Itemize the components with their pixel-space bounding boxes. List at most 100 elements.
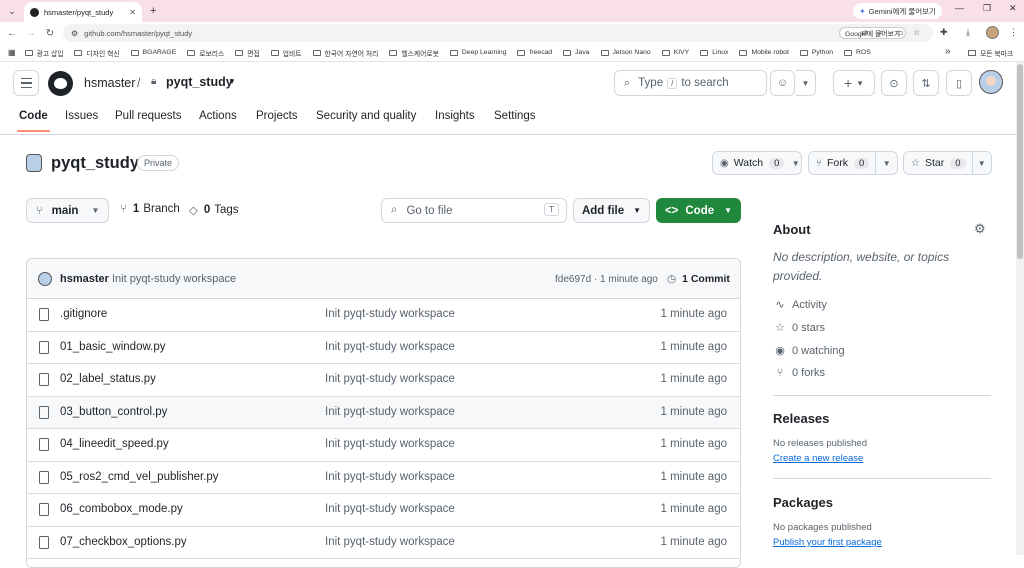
bookmark-item[interactable]: 한국어 자연어 처리	[312, 48, 378, 58]
reload-icon[interactable]: ↻	[43, 28, 57, 39]
bookmark-star-icon[interactable]: ☆	[913, 28, 920, 37]
tab-issues[interactable]: Issues	[65, 110, 98, 131]
file-commit-message[interactable]: Init pyqt-study workspace	[325, 341, 455, 353]
gemini-button[interactable]: ✦ Gemini에게 물어보기	[853, 3, 942, 19]
browser-tab[interactable]: hsmaster/pyqt_study ✕	[24, 2, 142, 22]
file-commit-message[interactable]: Init pyqt-study workspace	[325, 308, 455, 320]
file-row[interactable]: 06_combobox_mode.py Init pyqt-study works…	[27, 494, 740, 527]
window-close-icon[interactable]: ✕	[1009, 3, 1017, 14]
stars-link[interactable]: ☆ 0 stars	[773, 321, 825, 335]
repo-title[interactable]: pyqt_study	[51, 154, 139, 173]
bookmark-item[interactable]: Jetson Nano	[600, 48, 651, 58]
file-commit-message[interactable]: Init pyqt-study workspace	[325, 536, 455, 548]
menu-dots-icon[interactable]: ⋮	[1009, 27, 1018, 38]
file-commit-message[interactable]: Init pyqt-study workspace	[325, 471, 455, 483]
file-row[interactable]: 04_lineedit_speed.py Init pyqt-study work…	[27, 429, 740, 462]
bookmark-item[interactable]: Java	[563, 48, 590, 58]
file-commit-message[interactable]: Init pyqt-study workspace	[325, 438, 455, 450]
publish-package-link[interactable]: Publish your first package	[773, 537, 882, 548]
file-name-link[interactable]: 07_checkbox_options.py	[60, 536, 187, 548]
file-name-link[interactable]: 01_basic_window.py	[60, 341, 166, 353]
chevron-down-icon[interactable]: ▼	[875, 152, 897, 174]
tab-pull-requests[interactable]: Pull requests	[115, 110, 181, 131]
cast-icon[interactable]: ▭	[896, 28, 904, 37]
site-info-icon[interactable]: ⚙	[71, 29, 78, 38]
file-row[interactable]: 01_basic_window.py Init pyqt-study worksp…	[27, 332, 740, 364]
tab-actions[interactable]: Actions	[199, 110, 237, 131]
new-tab-icon[interactable]: +	[150, 5, 156, 17]
commits-link[interactable]: ◷ 1 Commit	[667, 273, 730, 285]
file-name-link[interactable]: 04_lineedit_speed.py	[60, 438, 169, 450]
file-commit-message[interactable]: Init pyqt-study workspace	[325, 406, 455, 418]
file-row[interactable]: .gitignore Init pyqt-study workspace 1 min…	[27, 299, 740, 332]
releases-heading[interactable]: Releases	[773, 411, 829, 426]
forks-link[interactable]: ⑂ 0 forks	[773, 367, 825, 379]
create-release-link[interactable]: Create a new release	[773, 453, 863, 464]
tab-security-and-quality[interactable]: Security and quality	[316, 110, 416, 131]
bookmark-item[interactable]: 면접	[235, 48, 260, 58]
minimize-icon[interactable]: —	[955, 3, 964, 13]
branch-select-button[interactable]: ⑂ main ▼	[26, 198, 109, 223]
bookmark-item[interactable]: 디자인 혁신	[74, 48, 120, 58]
star-button[interactable]: ☆ Star 0 ▼	[903, 151, 992, 175]
bookmark-item[interactable]: ROS	[844, 48, 871, 58]
gear-icon[interactable]: ⚙	[974, 221, 986, 237]
watching-link[interactable]: ◉ 0 watching	[773, 344, 844, 358]
commit-sha-time[interactable]: fde697d · 1 minute ago	[555, 274, 658, 285]
translate-icon[interactable]: ⇄	[861, 28, 868, 37]
bookmark-item[interactable]: 업비트	[270, 48, 302, 58]
download-icon[interactable]: ⤓	[966, 27, 970, 38]
bookmark-item[interactable]: 로보리스	[187, 48, 224, 58]
all-bookmarks[interactable]: 모든 북마크	[968, 48, 1013, 58]
bookmark-item[interactable]: freecad	[517, 48, 552, 58]
caret-down-icon[interactable]: ▼	[228, 77, 236, 86]
pull-requests-button[interactable]: ⇅	[913, 70, 939, 96]
repo-link[interactable]: pyqt_study	[166, 75, 233, 89]
create-new-button[interactable]: + ▼	[833, 70, 875, 96]
file-row[interactable]: 02_label_status.py Init pyqt-study worksp…	[27, 364, 740, 397]
back-icon[interactable]: ←	[5, 28, 19, 39]
chevron-down-icon[interactable]: ▼	[790, 152, 801, 174]
tab-settings[interactable]: Settings	[494, 110, 536, 131]
issues-button[interactable]: ⊙	[881, 70, 907, 96]
branches-link[interactable]: ⑂ 1 Branch	[120, 203, 180, 215]
file-row[interactable]: 07_checkbox_options.py Init pyqt-study wo…	[27, 527, 740, 559]
scrollbar-thumb[interactable]	[1017, 64, 1023, 259]
bookmark-item[interactable]: BGARAGE	[130, 48, 176, 58]
go-to-file-input[interactable]: ⌕ Go to file T	[381, 198, 567, 223]
activity-link[interactable]: ∿ Activity	[773, 298, 826, 312]
bookmark-item[interactable]: Linux	[700, 48, 728, 58]
file-commit-message[interactable]: Init pyqt-study workspace	[325, 373, 455, 385]
close-icon[interactable]: ✕	[129, 8, 136, 17]
tab-search-icon[interactable]: ⌄	[4, 3, 20, 19]
code-button[interactable]: <> Code ▼	[656, 198, 741, 223]
search-input[interactable]: ⌕ Type / to search	[614, 70, 767, 96]
bookmark-item[interactable]: Mobile robot	[739, 48, 789, 58]
address-bar[interactable]: ⚙ github.com/hsmaster/pyqt_study Google에…	[63, 24, 933, 42]
profile-avatar[interactable]	[986, 26, 999, 39]
copilot-dropdown-button[interactable]: ▼	[796, 70, 816, 96]
packages-heading[interactable]: Packages	[773, 495, 833, 510]
page-scrollbar[interactable]	[1016, 62, 1024, 555]
file-row[interactable]: 05_ros2_cmd_vel_publisher.py Init pyqt-st…	[27, 462, 740, 494]
tab-projects[interactable]: Projects	[256, 110, 298, 131]
fork-button[interactable]: ⑂ Fork 0 ▼	[808, 151, 898, 175]
owner-link[interactable]: hsmaster	[84, 76, 135, 90]
watch-button[interactable]: ◉ Watch 0 ▼	[712, 151, 802, 175]
tags-link[interactable]: ◇ 0 Tags	[189, 203, 239, 217]
restore-icon[interactable]: ❐	[983, 3, 991, 14]
author-avatar[interactable]	[38, 272, 52, 286]
tab-insights[interactable]: Insights	[435, 110, 475, 131]
zoom-icon[interactable]: ⌕	[879, 28, 883, 38]
commit-message[interactable]: Init pyqt-study workspace	[112, 273, 236, 285]
file-name-link[interactable]: 05_ros2_cmd_vel_publisher.py	[60, 471, 219, 483]
apps-grid-icon[interactable]: ▦	[8, 48, 16, 57]
commit-author[interactable]: hsmaster	[60, 273, 109, 285]
hamburger-menu-button[interactable]	[13, 70, 39, 96]
file-commit-message[interactable]: Init pyqt-study workspace	[325, 503, 455, 515]
more-bookmarks-icon[interactable]: »	[945, 46, 951, 57]
file-name-link[interactable]: .gitignore	[60, 308, 107, 320]
file-name-link[interactable]: 03_button_control.py	[60, 406, 167, 418]
add-file-button[interactable]: Add file ▼	[573, 198, 650, 223]
tab-code[interactable]: Code	[17, 110, 50, 132]
